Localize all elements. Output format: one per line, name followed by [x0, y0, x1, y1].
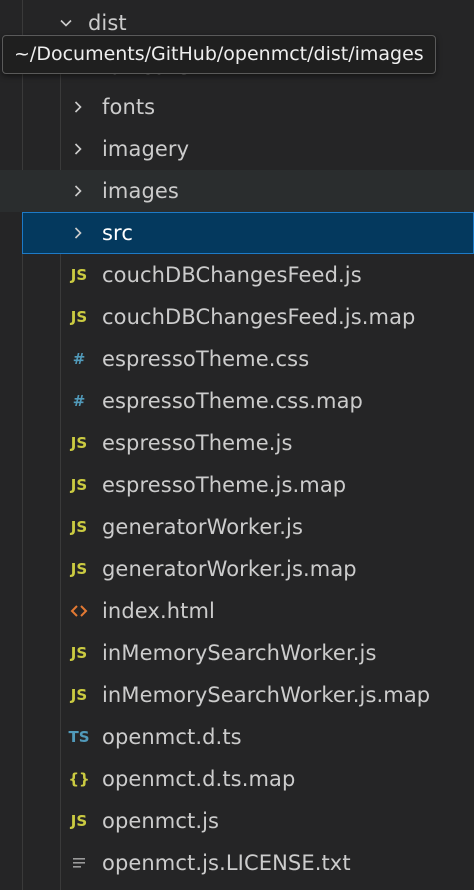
tree-folder-fonts[interactable]: fonts: [0, 86, 474, 128]
tree-file-item[interactable]: openmct.js.LICENSE.txt: [0, 842, 474, 884]
js-icon: JS: [70, 308, 88, 326]
chevron-right-icon: [66, 128, 90, 170]
tree-folder-imagery[interactable]: imagery: [0, 128, 474, 170]
tree-file-label: generatorWorker.js.map: [102, 557, 357, 581]
tree-folder-label: fonts: [102, 95, 156, 119]
tree-file-item[interactable]: {} openmct.d.ts.map: [0, 758, 474, 800]
tree-file-label: index.html: [102, 599, 215, 623]
html-icon: [64, 590, 94, 632]
json-icon: {}: [68, 770, 90, 788]
file-explorer: dist favicons fontsimageryimagessrc JSco…: [0, 0, 474, 890]
tree-file-item[interactable]: JS espressoTheme.js: [0, 422, 474, 464]
tree-file-label: espressoTheme.js.map: [102, 473, 347, 497]
js-icon: JS: [70, 686, 88, 704]
js-icon: JS: [70, 560, 88, 578]
tree-file-label: couchDBChangesFeed.js: [102, 263, 362, 287]
js-icon: JS: [70, 812, 88, 830]
tree-file-item[interactable]: JS generatorWorker.js: [0, 506, 474, 548]
tree-folder-images[interactable]: images: [0, 170, 474, 212]
tree-file-item[interactable]: TS openmct.d.ts: [0, 716, 474, 758]
tree-file-item[interactable]: JS openmct.js: [0, 800, 474, 842]
tree-folder-label: imagery: [102, 137, 190, 161]
css-icon: #: [72, 350, 86, 368]
tree-folder-src[interactable]: src: [22, 212, 474, 254]
tree-file-item[interactable]: JS couchDBChangesFeed.js: [0, 254, 474, 296]
path-tooltip: ~/Documents/GitHub/openmct/dist/images: [2, 35, 436, 74]
tree-file-item[interactable]: index.html: [0, 590, 474, 632]
js-icon: JS: [70, 518, 88, 536]
tree-file-label: couchDBChangesFeed.js.map: [102, 305, 416, 329]
tree-file-label: openmct.js: [102, 809, 220, 833]
tree-file-item[interactable]: # espressoTheme.css: [0, 338, 474, 380]
js-icon: JS: [70, 644, 88, 662]
tree-file-label: generatorWorker.js: [102, 515, 304, 539]
js-icon: JS: [70, 434, 88, 452]
chevron-right-icon: [66, 86, 90, 128]
tree-file-label: openmct.d.ts.map: [102, 767, 296, 791]
tree-file-item[interactable]: JS inMemorySearchWorker.js.map: [0, 674, 474, 716]
tree-file-item[interactable]: JS inMemorySearchWorker.js: [0, 632, 474, 674]
tree-file-label: espressoTheme.css.map: [102, 389, 363, 413]
tree-file-label: espressoTheme.js: [102, 431, 293, 455]
tree-file-label: espressoTheme.css: [102, 347, 310, 371]
tree-file-item[interactable]: # espressoTheme.css.map: [0, 380, 474, 422]
tree-file-item[interactable]: JS generatorWorker.js.map: [0, 548, 474, 590]
tree-folder-label: src: [102, 221, 133, 245]
tree-file-label: inMemorySearchWorker.js: [102, 641, 377, 665]
chevron-right-icon: [66, 170, 90, 212]
js-icon: JS: [70, 476, 88, 494]
tree-file-label: openmct.d.ts: [102, 725, 242, 749]
typescript-icon: TS: [68, 728, 90, 746]
tree-file-label: openmct.js.LICENSE.txt: [102, 851, 351, 875]
chevron-right-icon: [66, 212, 90, 254]
text-file-icon: [64, 842, 94, 884]
css-icon: #: [72, 392, 86, 410]
tree-file-item[interactable]: JS espressoTheme.js.map: [0, 464, 474, 506]
tree-folder-label: images: [102, 179, 179, 203]
tree-file-item[interactable]: JS couchDBChangesFeed.js.map: [0, 296, 474, 338]
tree-file-label: inMemorySearchWorker.js.map: [102, 683, 431, 707]
js-icon: JS: [70, 266, 88, 284]
